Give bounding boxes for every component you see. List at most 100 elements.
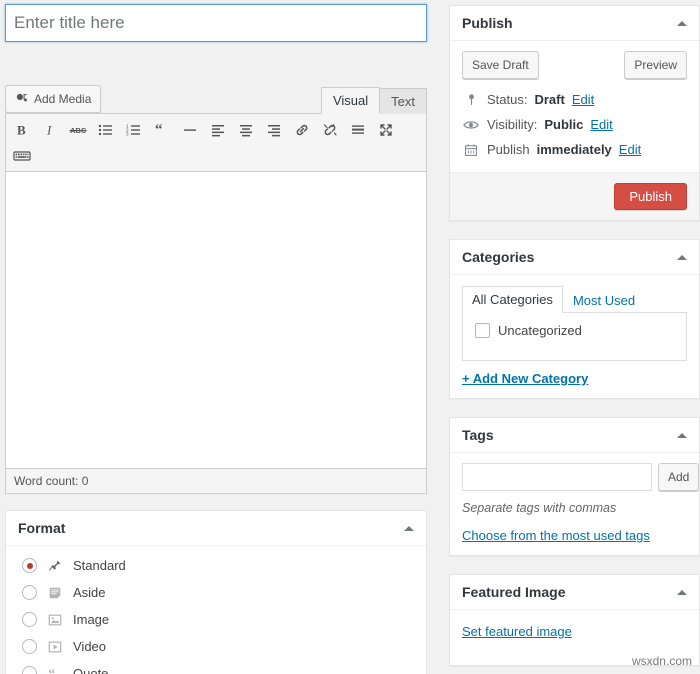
preview-button[interactable]: Preview bbox=[624, 51, 687, 79]
format-radio-video[interactable] bbox=[22, 639, 37, 654]
set-featured-image-link[interactable]: Set featured image bbox=[462, 624, 572, 639]
svg-text:B: B bbox=[17, 123, 26, 138]
featured-image-panel-header: Featured Image bbox=[450, 575, 699, 610]
post-content-editor[interactable] bbox=[5, 172, 427, 469]
schedule-label: Publish bbox=[487, 142, 530, 157]
editor-container: Add Media Visual Text B I ABC 1 2 3 “ Wo… bbox=[0, 83, 432, 494]
editor-toolbar: B I ABC 1 2 3 “ bbox=[5, 113, 427, 172]
format-radio-quote[interactable] bbox=[22, 666, 37, 674]
tab-visual[interactable]: Visual bbox=[320, 87, 381, 114]
svg-text:“: “ bbox=[48, 667, 55, 674]
save-draft-label: Save Draft bbox=[472, 58, 529, 72]
categories-panel: Categories All Categories Most Used Unca… bbox=[449, 239, 700, 399]
chevron-up-icon[interactable] bbox=[404, 525, 414, 531]
align-right-button[interactable] bbox=[260, 117, 288, 143]
format-options: Standard Aside Image Video “ Quote bbox=[6, 546, 426, 674]
tab-text-label: Text bbox=[391, 94, 415, 109]
save-draft-button[interactable]: Save Draft bbox=[462, 51, 539, 79]
document-icon bbox=[46, 586, 64, 600]
chevron-up-icon[interactable] bbox=[677, 20, 687, 26]
format-radio-aside[interactable] bbox=[22, 585, 37, 600]
tab-all-categories-label: All Categories bbox=[472, 292, 553, 307]
featured-image-panel: Featured Image Set featured image bbox=[449, 574, 700, 666]
publish-panel-title: Publish bbox=[462, 15, 513, 31]
numbered-list-button[interactable]: 1 2 3 bbox=[120, 117, 148, 143]
insert-link-button[interactable] bbox=[288, 117, 316, 143]
bulleted-list-button[interactable] bbox=[92, 117, 120, 143]
format-option-video[interactable]: Video bbox=[18, 633, 414, 660]
toolbar-toggle-button[interactable] bbox=[8, 143, 36, 169]
align-center-button[interactable] bbox=[232, 117, 260, 143]
publish-button-label: Publish bbox=[629, 189, 672, 204]
pin-marker-icon bbox=[462, 93, 480, 107]
format-panel-title: Format bbox=[18, 520, 66, 536]
preview-label: Preview bbox=[634, 58, 677, 72]
eye-icon bbox=[462, 118, 480, 132]
svg-text:I: I bbox=[46, 123, 52, 138]
unlink-button[interactable] bbox=[316, 117, 344, 143]
format-radio-image[interactable] bbox=[22, 612, 37, 627]
schedule-row: Publish immediately Edit bbox=[462, 137, 687, 162]
align-left-button[interactable] bbox=[204, 117, 232, 143]
video-icon bbox=[46, 640, 64, 654]
tags-panel-title: Tags bbox=[462, 427, 494, 443]
horizontal-rule-button[interactable] bbox=[176, 117, 204, 143]
tags-input[interactable] bbox=[462, 463, 652, 491]
format-label-aside: Aside bbox=[73, 585, 106, 600]
categories-body: All Categories Most Used Uncategorized +… bbox=[450, 275, 699, 398]
publish-footer: Publish bbox=[450, 172, 699, 220]
blockquote-button[interactable]: “ bbox=[148, 117, 176, 143]
fullscreen-button[interactable] bbox=[372, 117, 400, 143]
format-option-standard[interactable]: Standard bbox=[18, 552, 414, 579]
read-more-button[interactable] bbox=[344, 117, 372, 143]
visibility-edit-link[interactable]: Edit bbox=[590, 117, 612, 132]
chevron-up-icon[interactable] bbox=[677, 254, 687, 260]
visibility-label: Visibility: bbox=[487, 117, 538, 132]
format-panel-header: Format bbox=[6, 511, 426, 546]
site-watermark: wsxdn.com bbox=[631, 654, 692, 668]
publish-actions-row: Save Draft Preview bbox=[450, 41, 699, 85]
tab-most-used-label: Most Used bbox=[572, 293, 636, 308]
tab-most-used[interactable]: Most Used bbox=[563, 287, 645, 313]
add-tag-button[interactable]: Add bbox=[658, 463, 700, 491]
add-media-button[interactable]: Add Media bbox=[5, 85, 102, 113]
post-title-input[interactable] bbox=[5, 4, 427, 42]
editor-statusbar: Word count: 0 bbox=[5, 469, 427, 494]
format-label-quote: Quote bbox=[73, 666, 109, 674]
most-used-tags-link[interactable]: Choose from the most used tags bbox=[462, 528, 650, 543]
image-icon bbox=[46, 613, 64, 627]
status-edit-link[interactable]: Edit bbox=[572, 92, 594, 107]
strikethrough-button[interactable]: ABC bbox=[64, 117, 92, 143]
format-radio-standard[interactable] bbox=[22, 558, 37, 573]
chevron-up-icon[interactable] bbox=[677, 432, 687, 438]
italic-button[interactable]: I bbox=[36, 117, 64, 143]
featured-image-panel-title: Featured Image bbox=[462, 584, 566, 600]
add-new-category-link[interactable]: + Add New Category bbox=[462, 371, 588, 386]
category-label-uncategorized: Uncategorized bbox=[498, 323, 582, 338]
pin-icon bbox=[46, 559, 64, 573]
tab-visual-label: Visual bbox=[332, 93, 369, 108]
title-field-wrap bbox=[0, 0, 432, 42]
category-item-uncategorized[interactable]: Uncategorized bbox=[475, 323, 674, 338]
tags-input-row: Add bbox=[462, 463, 700, 491]
tab-text[interactable]: Text bbox=[380, 88, 427, 114]
schedule-edit-link[interactable]: Edit bbox=[619, 142, 641, 157]
tags-body: Add Separate tags with commas Choose fro… bbox=[450, 453, 700, 555]
add-media-label: Add Media bbox=[34, 92, 92, 106]
format-option-quote[interactable]: “ Quote bbox=[18, 660, 414, 674]
schedule-value: immediately bbox=[536, 142, 612, 157]
bold-button[interactable]: B bbox=[8, 117, 36, 143]
visibility-row: Visibility: Public Edit bbox=[462, 112, 687, 137]
status-label: Status: bbox=[487, 92, 528, 107]
categories-panel-header: Categories bbox=[450, 240, 699, 275]
categories-list: Uncategorized bbox=[462, 313, 687, 361]
status-row: Status: Draft Edit bbox=[462, 87, 687, 112]
category-checkbox-uncategorized[interactable] bbox=[475, 323, 490, 338]
format-panel: Format Standard Aside Image Video “ Quot… bbox=[5, 510, 427, 674]
chevron-up-icon[interactable] bbox=[677, 589, 687, 595]
media-icon bbox=[15, 92, 29, 106]
format-option-image[interactable]: Image bbox=[18, 606, 414, 633]
publish-button[interactable]: Publish bbox=[614, 183, 687, 210]
format-option-aside[interactable]: Aside bbox=[18, 579, 414, 606]
tab-all-categories[interactable]: All Categories bbox=[462, 286, 563, 313]
